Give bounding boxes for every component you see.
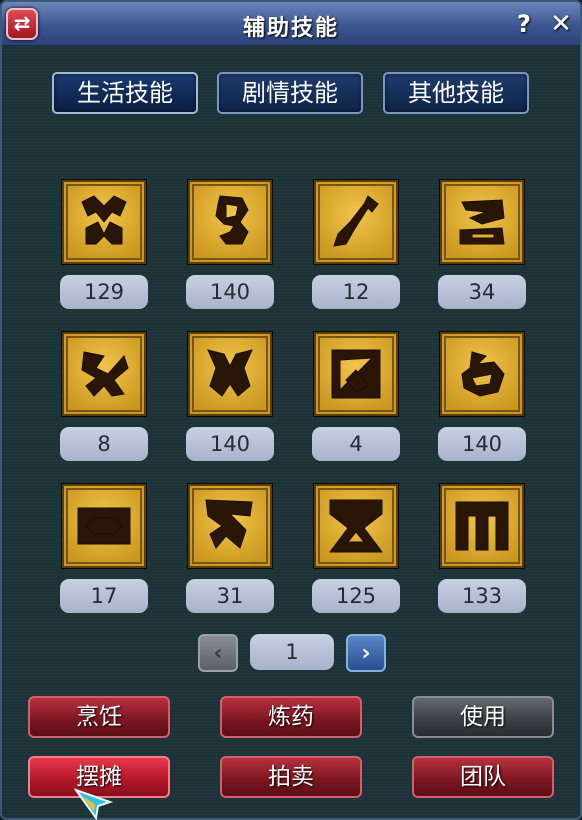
- skill-level-10: 31: [186, 579, 274, 613]
- skill-slot-8[interactable]: [440, 332, 524, 416]
- next-page-button[interactable]: ›: [346, 634, 386, 672]
- page-number: 1: [250, 634, 334, 670]
- skill-slot-7[interactable]: [314, 332, 398, 416]
- rune-icon: [442, 182, 522, 262]
- rune-icon: [316, 486, 396, 566]
- skill-slot-5[interactable]: [62, 332, 146, 416]
- rune-icon: [190, 334, 270, 414]
- rune-icon: [64, 182, 144, 262]
- cursor-icon: [74, 788, 114, 820]
- skill-level-5: 8: [60, 427, 148, 461]
- skill-level-6: 140: [186, 427, 274, 461]
- rune-icon: [190, 182, 270, 262]
- skill-slot-11[interactable]: [314, 484, 398, 568]
- tab-life-skills[interactable]: 生活技能: [52, 72, 198, 114]
- alchemy-button[interactable]: 炼药: [220, 696, 362, 738]
- tab-story-skills[interactable]: 剧情技能: [217, 72, 363, 114]
- trowel-icon: [316, 182, 396, 262]
- previous-page-button[interactable]: ‹: [198, 634, 238, 672]
- help-icon[interactable]: ?: [512, 10, 536, 38]
- tab-other-skills[interactable]: 其他技能: [383, 72, 529, 114]
- use-button[interactable]: 使用: [412, 696, 554, 738]
- skill-level-1: 129: [60, 275, 148, 309]
- skill-level-9: 17: [60, 579, 148, 613]
- skill-slot-4[interactable]: [440, 180, 524, 264]
- auction-button[interactable]: 拍卖: [220, 756, 362, 798]
- skill-slot-12[interactable]: [440, 484, 524, 568]
- rune-icon: [64, 334, 144, 414]
- rune-icon: [190, 486, 270, 566]
- skill-slot-2[interactable]: [188, 180, 272, 264]
- skill-slot-9[interactable]: [62, 484, 146, 568]
- skill-level-11: 125: [312, 579, 400, 613]
- title-bar[interactable]: ⇄ 辅助技能 ? ✕: [2, 2, 580, 46]
- skill-level-7: 4: [312, 427, 400, 461]
- skill-level-12: 133: [438, 579, 526, 613]
- cooking-button[interactable]: 烹饪: [28, 696, 170, 738]
- skill-slot-1[interactable]: [62, 180, 146, 264]
- rune-icon: [316, 334, 396, 414]
- skill-level-3: 12: [312, 275, 400, 309]
- skill-slot-6[interactable]: [188, 332, 272, 416]
- skill-level-8: 140: [438, 427, 526, 461]
- rune-icon: [442, 486, 522, 566]
- team-button[interactable]: 团队: [412, 756, 554, 798]
- auxiliary-skills-window: ⇄ 辅助技能 ? ✕ 生活技能 剧情技能 其他技能 129 140 12 34 …: [0, 0, 582, 820]
- rune-icon: [64, 486, 144, 566]
- skill-slot-3[interactable]: [314, 180, 398, 264]
- window-title: 辅助技能: [242, 16, 339, 41]
- rune-icon: [442, 334, 522, 414]
- skill-slot-10[interactable]: [188, 484, 272, 568]
- skill-level-4: 34: [438, 275, 526, 309]
- skill-level-2: 140: [186, 275, 274, 309]
- close-icon[interactable]: ✕: [548, 10, 574, 38]
